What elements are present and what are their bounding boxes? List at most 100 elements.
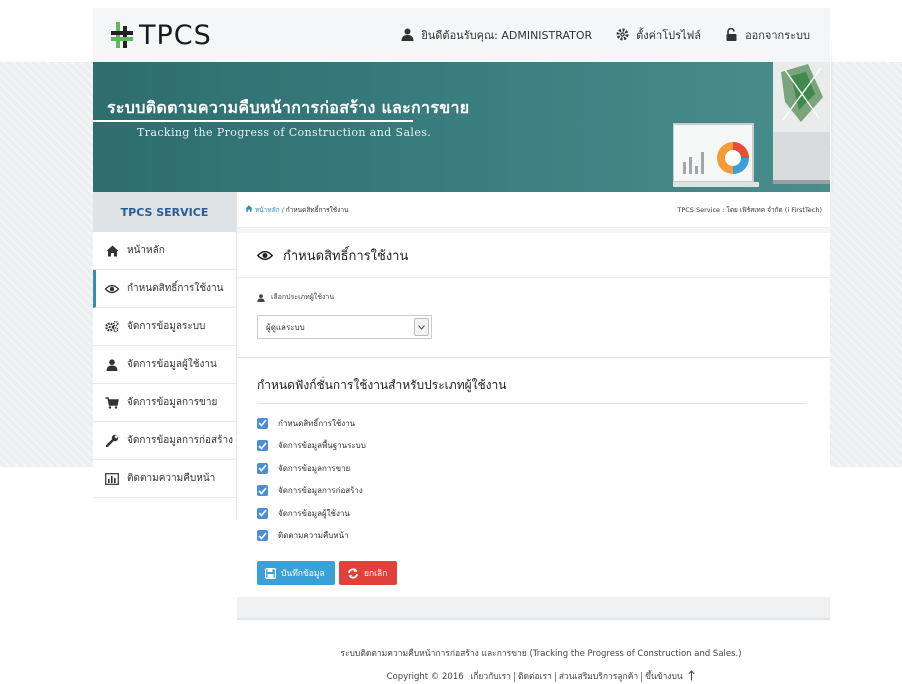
sidebar-item-label: กำหนดสิทธิ์การใช้งาน [127,283,224,294]
copyright-text: Copyright © 2016 [386,672,464,682]
permission-checkbox[interactable] [257,507,268,519]
cancel-button[interactable]: ยกเลิก [339,561,397,585]
sidebar-item-permissions[interactable]: กำหนดสิทธิ์การใช้งาน [93,270,236,308]
sidebar-item-home[interactable]: หน้าหลัก [93,232,236,270]
home-icon [105,244,119,258]
footer-link-top[interactable]: ขึ้นข้างบน [645,672,683,682]
company-credit: TPCS Service : โดย เฟิร์สเทค จำกัด (i Fi… [677,205,822,214]
cancel-button-label: ยกเลิก [364,569,388,579]
chevron-down-icon[interactable] [414,318,429,336]
banner-subtitle: Tracking the Progress of Construction an… [137,126,432,139]
welcome-label: ยินดีต้อนรับคุณ: ADMINISTRATOR [421,29,593,42]
refresh-icon [347,568,359,579]
user-type-select[interactable]: ผู้ดูแลระบบ [257,315,432,339]
user-icon [257,293,265,302]
sidebar-item-system-data[interactable]: จัดการข้อมูลระบบ [93,308,236,346]
page-title: กำหนดสิทธิ์การใช้งาน [283,248,409,264]
footer-separator [513,671,515,682]
save-button-label: บันทึกข้อมูล [281,569,325,579]
main-content: กำหนดสิทธิ์การใช้งาน เลือกประเภทผู้ใช้งา… [237,228,830,620]
save-button[interactable]: บันทึกข้อมูล [257,561,335,585]
sidebar-item-label: หน้าหลัก [127,245,165,256]
sidebar-item-progress[interactable]: ติดตามความคืบหน้า [93,460,236,498]
user-type-form: เลือกประเภทผู้ใช้งาน ผู้ดูแลระบบ [237,278,830,357]
banner-title: ระบบติดตามความคืบหน้าการก่อสร้าง และการข… [107,98,470,117]
sidebar: TPCS SERVICE หน้าหลัก กำหนดสิทธิ์การใช้ง… [93,192,237,520]
breadcrumb: หน้าหลัก / กำหนดสิทธิ์การใช้งาน TPCS Ser… [237,192,830,228]
permission-label: จัดการข้อมูลผู้ใช้งาน [278,508,350,518]
permission-item: จัดการข้อมูลการขาย [257,457,810,480]
permission-label: ติดตามความคืบหน้า [278,531,349,541]
top-bar: TPCS ยินดีต้อนรับคุณ: ADMINISTRATOR ตั้ง… [93,8,830,62]
arrow-up-icon[interactable] [688,669,695,684]
unlock-icon [725,27,739,42]
banner-illustration [673,62,830,187]
permission-item: ติดตามความคืบหน้า [257,525,810,548]
floppy-disk-icon [265,567,276,579]
user-icon [105,358,119,372]
content-footer-band [237,597,830,620]
logo[interactable]: TPCS [111,20,212,51]
footer-separator [641,671,643,682]
sidebar-item-label: จัดการข้อมูลระบบ [127,321,206,332]
profile-settings-label: ตั้งค่าโปรไฟล์ [636,29,702,42]
user-type-label-text: เลือกประเภทผู้ใช้งาน [271,293,335,301]
footer-link-contact[interactable]: ติดต่อเรา [518,672,552,682]
footer-link-about[interactable]: เกี่ยวกับเรา [470,672,511,682]
permission-label: กำหนดสิทธิ์การใช้งาน [278,418,356,428]
footer-separator [554,671,556,682]
sidebar-header: TPCS SERVICE [93,192,236,232]
sidebar-item-label: จัดการข้อมูลการก่อสร้าง [127,435,234,446]
gear-icon [616,28,630,42]
function-permissions-section: กำหนดฟังก์ชั่นการใช้งานสำหรับประเภทผู้ใช… [237,358,830,605]
permissions-panel: กำหนดสิทธิ์การใช้งาน เลือกประเภทผู้ใช้งา… [237,233,830,605]
page-footer: ระบบติดตามความคืบหน้าการก่อสร้าง และการข… [0,646,902,684]
permission-item: จัดการข้อมูลพื้นฐานระบบ [257,435,810,458]
footer-links: Copyright © 2016 เกี่ยวกับเรา ติดต่อเรา ส่… [180,669,902,684]
permission-checkbox[interactable] [257,462,268,474]
sidebar-item-users[interactable]: จัดการข้อมูลผู้ใช้งาน [93,346,236,384]
user-type-label: เลือกประเภทผู้ใช้งาน [257,292,810,303]
welcome-user[interactable]: ยินดีต้อนรับคุณ: ADMINISTRATOR [401,26,592,44]
permission-checkbox[interactable] [257,417,268,429]
sidebar-item-construction[interactable]: จัดการข้อมูลการก่อสร้าง [93,422,236,460]
footer-tagline: ระบบติดตามความคืบหน้าการก่อสร้าง และการข… [340,649,742,659]
breadcrumb-current: กำหนดสิทธิ์การใช้งาน [285,205,349,214]
permission-label: จัดการข้อมูลการขาย [278,463,351,473]
sidebar-item-label: จัดการข้อมูลการขาย [127,397,218,408]
cart-icon [105,396,119,410]
breadcrumb-separator: / [281,205,284,214]
permission-checkbox[interactable] [257,485,268,497]
permission-checkbox[interactable] [257,440,268,452]
form-actions: บันทึกข้อมูล ยกเลิก [257,561,810,585]
page-container: TPCS ยินดีต้อนรับคุณ: ADMINISTRATOR ตั้ง… [93,0,830,684]
sidebar-item-label: จัดการข้อมูลผู้ใช้งาน [127,359,217,370]
breadcrumb-home-link[interactable]: หน้าหลัก [255,205,280,215]
banner-divider [93,120,413,122]
top-nav: ยินดีต้อนรับคุณ: ADMINISTRATOR ตั้งค่าโป… [377,26,810,44]
sidebar-item-sales[interactable]: จัดการข้อมูลการขาย [93,384,236,422]
permission-checkbox[interactable] [257,530,268,542]
logo-mark-icon [111,22,133,48]
wrench-icon [105,434,119,448]
home-icon [245,205,253,214]
user-type-select-value: ผู้ดูแลระบบ [266,322,305,332]
section-title: กำหนดฟังก์ชั่นการใช้งานสำหรับประเภทผู้ใช… [257,376,807,404]
permission-label: จัดการข้อมูลการก่อสร้าง [278,486,363,496]
panel-header: กำหนดสิทธิ์การใช้งาน [237,233,830,278]
permission-list: กำหนดสิทธิ์การใช้งาน จัดการข้อมูลพื้นฐาน… [257,412,810,547]
logout-label: ออกจากระบบ [745,29,810,42]
sidebar-footer [93,498,236,518]
user-icon [401,28,415,42]
permission-item: จัดการข้อมูลการก่อสร้าง [257,480,810,503]
permission-item: กำหนดสิทธิ์การใช้งาน [257,412,810,435]
permission-label: จัดการข้อมูลพื้นฐานระบบ [278,441,366,451]
footer-link-services[interactable]: ส่วนเสริมบริการลูกค้า [559,672,638,682]
permission-item: จัดการข้อมูลผู้ใช้งาน [257,502,810,525]
logout-link[interactable]: ออกจากระบบ [725,26,810,44]
profile-settings-link[interactable]: ตั้งค่าโปรไฟล์ [616,26,701,44]
sidebar-item-label: ติดตามความคืบหน้า [127,473,216,484]
eye-icon [257,250,273,261]
banner: ระบบติดตามความคืบหน้าการก่อสร้าง และการข… [93,62,830,192]
gears-icon [105,320,119,334]
